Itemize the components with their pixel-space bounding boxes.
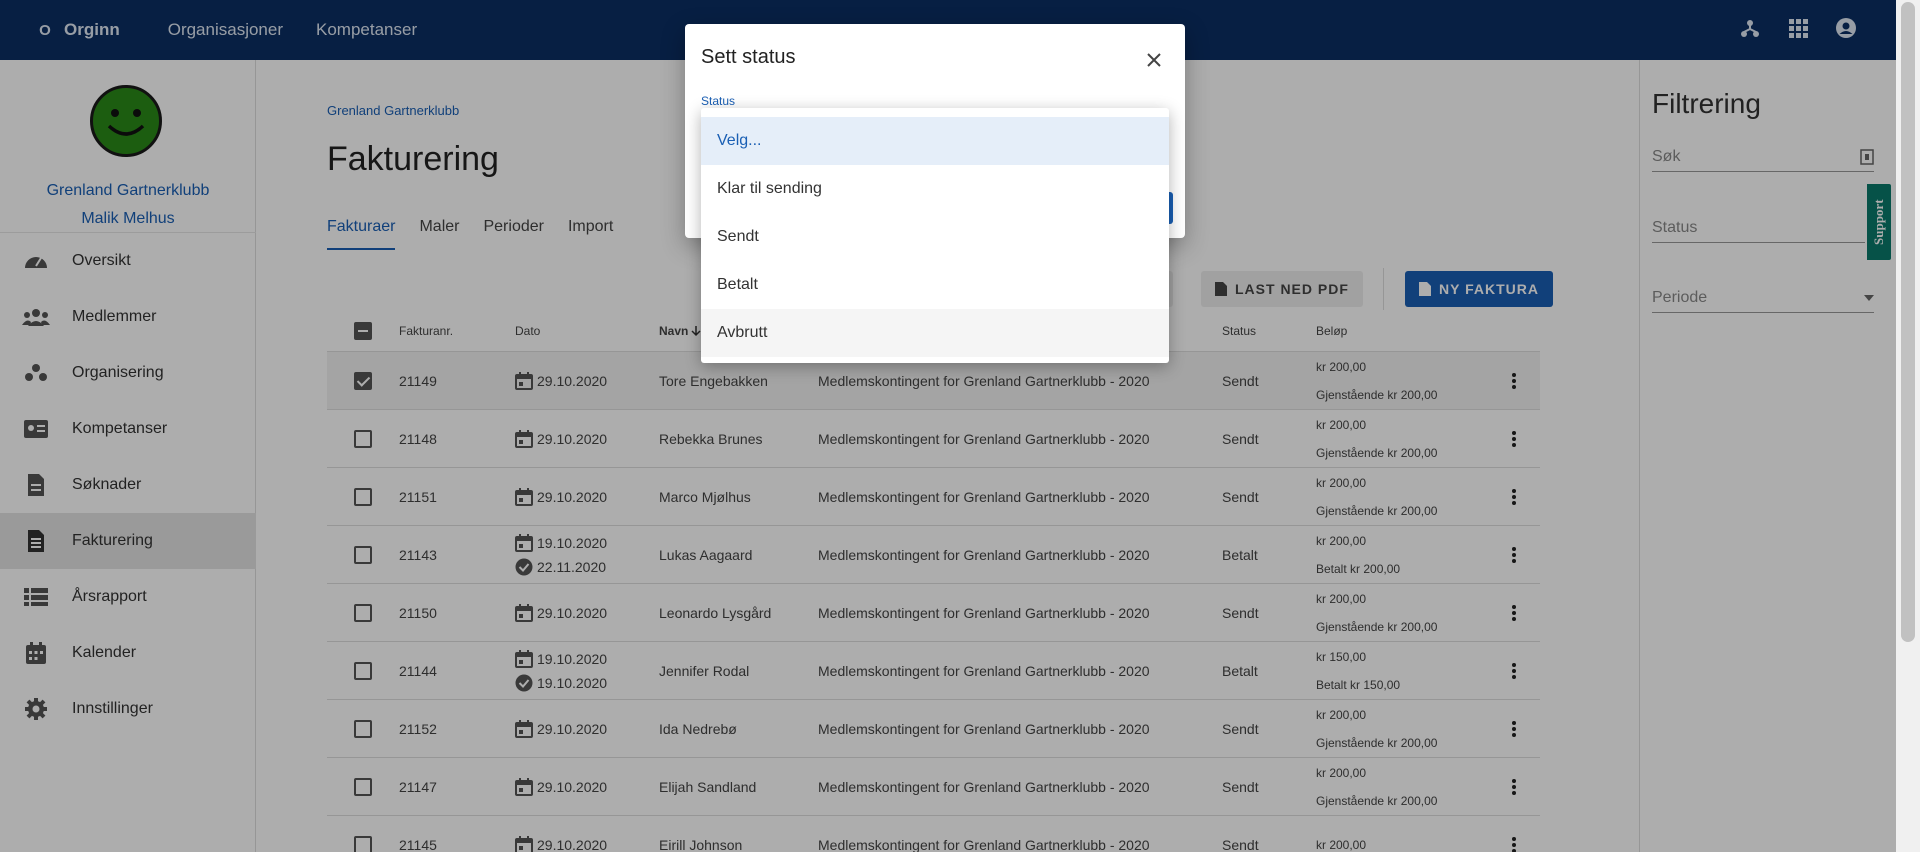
close-icon[interactable] <box>1142 48 1166 72</box>
status-dropdown-menu: Velg... Klar til sending Sendt Betalt Avbrut… <box>701 108 1169 363</box>
status-option[interactable]: Klar til sending <box>701 165 1169 213</box>
status-option[interactable]: Betalt <box>701 261 1169 309</box>
scroll-thumb[interactable] <box>1901 2 1915 642</box>
dialog-title: Sett status <box>701 46 796 68</box>
status-field-label: Status <box>701 94 736 108</box>
status-option[interactable]: Sendt <box>701 213 1169 261</box>
scrollbar[interactable] <box>1896 0 1920 852</box>
status-option[interactable]: Velg... <box>701 117 1169 165</box>
status-option[interactable]: Avbrutt <box>701 309 1169 357</box>
